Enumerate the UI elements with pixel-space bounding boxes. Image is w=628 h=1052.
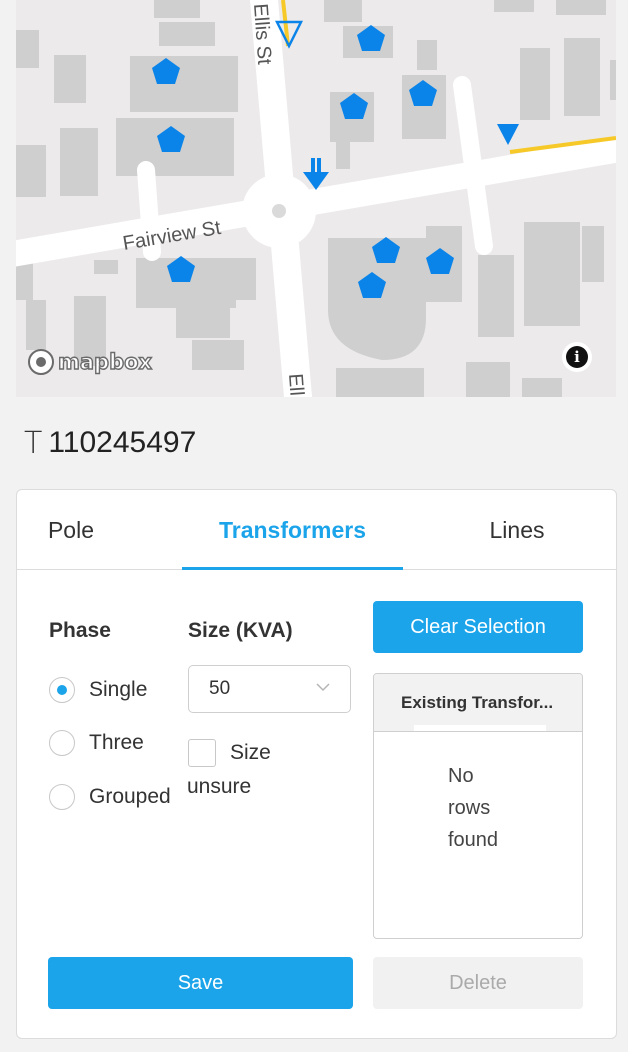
active-tab-indicator bbox=[182, 567, 403, 570]
pole-marker[interactable] bbox=[497, 124, 519, 145]
mapbox-logo[interactable]: mapbox bbox=[28, 347, 153, 377]
phase-option-label: Grouped bbox=[89, 785, 171, 808]
phase-option-label: Single bbox=[89, 678, 148, 701]
mapbox-logo-text: mapbox bbox=[57, 349, 153, 374]
size-unsure-label-2: unsure bbox=[187, 775, 252, 798]
map-info-button[interactable]: i bbox=[562, 342, 592, 372]
phase-option-three[interactable]: Three bbox=[49, 728, 144, 758]
empty-text-3: found bbox=[448, 829, 499, 851]
street-label-ellis-lower: Ell bbox=[284, 373, 307, 397]
save-button[interactable]: Save bbox=[48, 957, 353, 1009]
size-label: Size (KVA) bbox=[188, 619, 293, 642]
empty-text-1: No bbox=[448, 765, 474, 787]
size-select[interactable]: 50 bbox=[188, 665, 351, 713]
radio-icon[interactable] bbox=[49, 730, 75, 756]
delete-button[interactable]: Delete bbox=[373, 957, 583, 1009]
phase-option-label: Three bbox=[89, 731, 144, 754]
chevron-down-icon bbox=[316, 683, 330, 692]
pole-type-icon: T bbox=[24, 425, 43, 461]
radio-icon[interactable] bbox=[49, 784, 75, 810]
table-header[interactable]: Existing Transfor... bbox=[374, 674, 582, 732]
existing-transformers-table: Existing Transfor... No rows found bbox=[373, 673, 583, 939]
mapbox-logo-icon bbox=[28, 349, 54, 375]
empty-state: No rows found bbox=[448, 760, 518, 856]
phase-option-grouped[interactable]: Grouped bbox=[49, 782, 171, 812]
map-canvas: Fairview St Ellis St Ell bbox=[16, 0, 616, 397]
tab-transformers[interactable]: Transformers bbox=[182, 490, 403, 570]
pole-id: 110245497 bbox=[48, 426, 197, 459]
phase-option-single[interactable]: Single bbox=[49, 675, 147, 705]
map-view[interactable]: Fairview St Ellis St Ell mapbox i bbox=[16, 0, 616, 397]
phase-label: Phase bbox=[49, 619, 111, 642]
clear-selection-button[interactable]: Clear Selection bbox=[373, 601, 583, 653]
header-scrollbar bbox=[414, 725, 546, 731]
street-label-ellis: Ellis St bbox=[249, 3, 275, 66]
table-header-label: Existing Transfor... bbox=[401, 692, 554, 712]
tab-lines[interactable]: Lines bbox=[457, 490, 577, 570]
radio-selected-icon[interactable] bbox=[49, 677, 75, 703]
edit-panel: Pole Transformers Lines Phase Single Thr… bbox=[16, 489, 617, 1039]
size-unsure-label: Size bbox=[230, 741, 271, 764]
size-select-value: 50 bbox=[209, 678, 231, 699]
tab-pole[interactable]: Pole bbox=[17, 490, 125, 570]
info-icon: i bbox=[566, 346, 588, 368]
tab-bar: Pole Transformers Lines bbox=[17, 490, 616, 570]
pole-header: T 110245497 bbox=[24, 423, 196, 463]
double-arrow-marker[interactable] bbox=[303, 158, 329, 190]
size-unsure-checkbox[interactable] bbox=[188, 739, 216, 767]
empty-text-2: rows bbox=[448, 797, 491, 819]
